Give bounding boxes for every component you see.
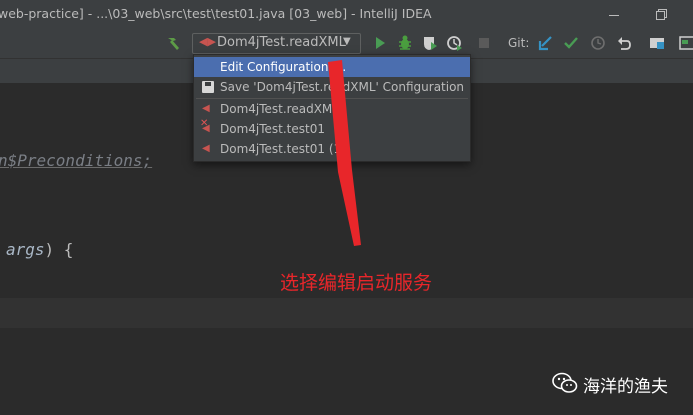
watermark-text: 海洋的渔夫 (583, 377, 668, 397)
wechat-icon (552, 372, 578, 393)
annotation-text: 选择编辑启动服务 (280, 272, 433, 294)
watermark: 海洋的渔夫 (552, 372, 668, 399)
annotation-arrow (328, 60, 361, 246)
